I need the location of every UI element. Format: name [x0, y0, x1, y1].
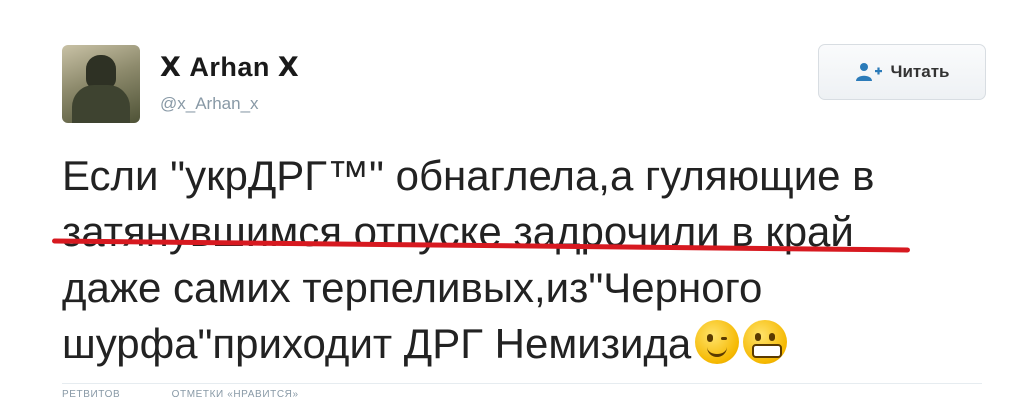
avatar-head-shape: [86, 55, 116, 89]
avatar-body-shape: [72, 85, 130, 123]
tweet-stats: РЕТВИТОВ ОТМЕТКИ «НРАВИТСЯ»: [62, 389, 347, 400]
stats-divider: [62, 383, 982, 384]
winking-face-icon: [695, 320, 740, 364]
tweet-text-line: даже самих терпеливых,из"Черного: [62, 264, 763, 311]
follow-button-label: Читать: [890, 62, 950, 81]
retweets-label[interactable]: РЕТВИТОВ: [62, 389, 120, 400]
follow-button[interactable]: Читать: [818, 44, 986, 100]
author-avatar[interactable]: [62, 45, 140, 123]
tweet-text-line-content: шурфа"приходит ДРГ Немизида: [62, 320, 692, 367]
grimacing-face-icon: [743, 320, 788, 364]
likes-label[interactable]: ОТМЕТКИ «НРАВИТСЯ»: [172, 389, 299, 400]
tweet-text-line-last: шурфа"приходит ДРГ Немизида: [62, 316, 972, 372]
tweet-text-line: Если "укрДРГ™" обнаглела,а гуляющие в: [62, 152, 875, 199]
tweet-text: Если "укрДРГ™" обнаглела,а гуляющие в за…: [62, 148, 972, 372]
author-display-name[interactable]: ꓫ Arhan ꓫ: [160, 52, 299, 83]
author-handle[interactable]: @x_Arhan_x: [160, 94, 259, 114]
add-user-icon: [855, 63, 882, 81]
